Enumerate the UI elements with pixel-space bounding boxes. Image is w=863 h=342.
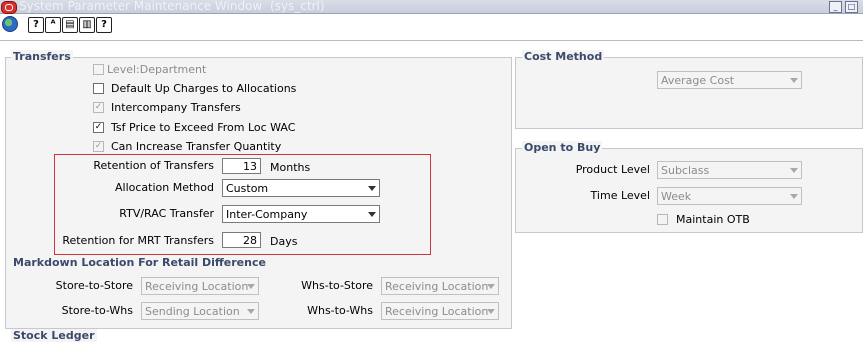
level-department-label: Level:Department (107, 63, 207, 76)
time-level-label: Time Level (590, 189, 650, 202)
product-level-value: Subclass (661, 164, 710, 177)
maintain-otb-checkbox[interactable] (657, 214, 668, 225)
markdown-title: Markdown Location For Retail Difference (11, 256, 268, 269)
retention-mrt-unit: Days (270, 235, 298, 248)
open-to-buy-title: Open to Buy (522, 141, 603, 154)
intercompany-transfers-checkbox[interactable]: ✓ (93, 102, 104, 113)
retention-transfers-input[interactable]: 13 (222, 158, 261, 174)
can-increase-qty-checkbox[interactable]: ✓ (93, 141, 104, 152)
retention-mrt-input[interactable]: 28 (222, 232, 261, 248)
chevron-down-icon (368, 186, 376, 191)
chevron-down-icon (487, 284, 495, 289)
product-level-label: Product Level (575, 163, 650, 176)
window-title: System Parameter Maintenance Window (19, 0, 263, 13)
chevron-down-icon (790, 168, 798, 173)
chevron-down-icon (790, 194, 798, 199)
whs-to-whs-select[interactable]: Receiving Location (381, 302, 499, 320)
oracle-logo-icon (1, 1, 17, 14)
level-department-checkbox[interactable] (93, 64, 104, 75)
default-up-charges-label: Default Up Charges to Allocations (111, 82, 297, 95)
time-level-select[interactable]: Week (657, 187, 802, 205)
retention-transfers-label: Retention of Transfers (93, 159, 214, 172)
toolbar-divider (0, 40, 863, 41)
stock-ledger-title: Stock Ledger (11, 329, 97, 342)
store-to-whs-select[interactable]: Sending Location (141, 302, 259, 320)
tsf-price-exceed-label: Tsf Price to Exceed From Loc WAC (111, 121, 296, 134)
maximize-button[interactable]: □ (845, 1, 858, 13)
rtv-rac-transfer-value: Inter-Company (226, 208, 308, 221)
default-up-charges-checkbox[interactable] (93, 83, 104, 94)
allocation-method-label: Allocation Method (115, 181, 214, 194)
store-to-store-label: Store-to-Store (55, 279, 133, 292)
whs-to-store-value: Receiving Location (385, 280, 489, 293)
maintain-otb-label: Maintain OTB (676, 213, 750, 226)
retention-mrt-label: Retention for MRT Transfers (62, 234, 214, 247)
whs-to-store-select[interactable]: Receiving Location (381, 277, 499, 295)
minimize-button[interactable]: _ (829, 1, 842, 13)
cost-method-value: Average Cost (661, 74, 735, 87)
whs-to-whs-value: Receiving Location (385, 305, 489, 318)
cost-method-title: Cost Method (522, 50, 605, 63)
intercompany-transfers-label: Intercompany Transfers (111, 101, 241, 114)
window-subtitle: (sys_ctrl) (270, 0, 325, 13)
whs-to-store-label: Whs-to-Store (301, 279, 373, 292)
chevron-down-icon (487, 309, 495, 314)
store-to-whs-value: Sending Location (145, 305, 240, 318)
allocation-method-value: Custom (226, 182, 269, 195)
spell-check-icon[interactable]: ᴬ (45, 17, 61, 33)
tsf-price-exceed-checkbox[interactable]: ✓ (93, 122, 104, 133)
store-to-store-select[interactable]: Receiving Location (141, 277, 259, 295)
time-level-value: Week (661, 190, 692, 203)
rtv-rac-transfer-select[interactable]: Inter-Company (222, 205, 380, 223)
transfers-title: Transfers (11, 50, 73, 63)
chevron-down-icon (247, 309, 255, 314)
chevron-down-icon (790, 78, 798, 83)
help-icon[interactable]: ? (28, 17, 44, 33)
title-bar: System Parameter Maintenance Window (sys… (0, 0, 863, 14)
can-increase-qty-label: Can Increase Transfer Quantity (111, 140, 282, 153)
retention-transfers-unit: Months (270, 161, 311, 174)
print-icon[interactable]: ▥ (79, 17, 95, 33)
chevron-down-icon (368, 212, 376, 217)
store-to-whs-label: Store-to-Whs (61, 304, 133, 317)
store-to-store-value: Receiving Location (145, 280, 249, 293)
question-icon[interactable]: ? (96, 17, 112, 33)
cost-method-select[interactable]: Average Cost (657, 71, 802, 89)
chevron-down-icon (247, 284, 255, 289)
product-level-select[interactable]: Subclass (657, 161, 802, 179)
toolbar: ? ᴬ ▤ ▥ ? (0, 14, 863, 39)
globe-icon[interactable] (2, 16, 18, 32)
allocation-method-select[interactable]: Custom (222, 179, 380, 197)
copy-icon[interactable]: ▤ (62, 17, 78, 33)
whs-to-whs-label: Whs-to-Whs (307, 304, 373, 317)
cost-method-panel (515, 57, 863, 129)
rtv-rac-transfer-label: RTV/RAC Transfer (119, 207, 214, 220)
